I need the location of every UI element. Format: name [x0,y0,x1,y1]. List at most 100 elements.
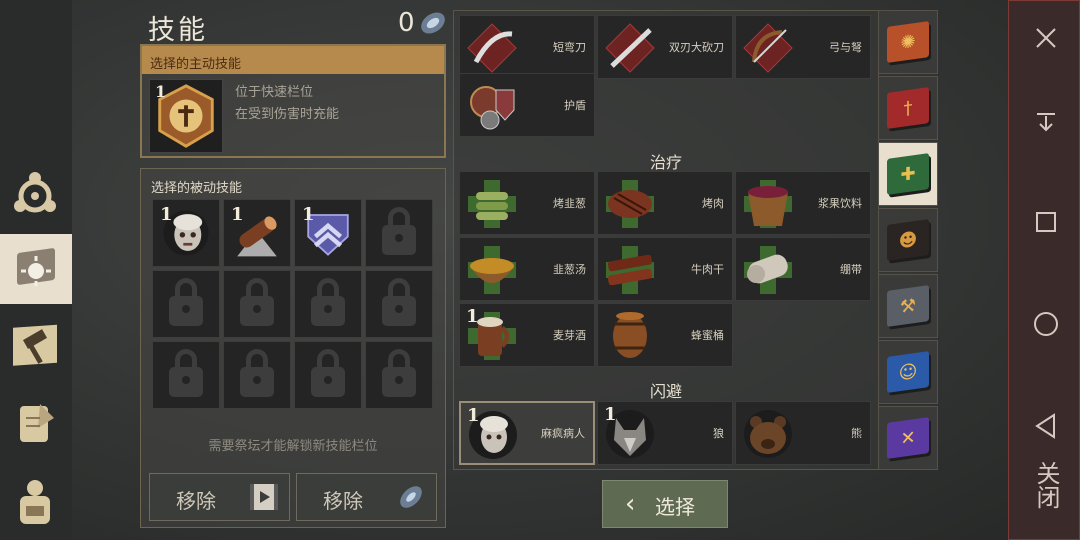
scroll-quill-icon [20,404,54,442]
remove-ad-button[interactable]: 移除 [149,473,290,521]
active-desc-line-1: 位于快速栏位 [235,85,314,100]
nav-journal[interactable] [0,388,70,458]
blue-gem-icon [400,486,422,508]
nav-inventory[interactable] [0,466,70,536]
locked-slot [152,341,220,409]
shield-icon [470,86,515,130]
skill-label: 韭葱汤 [553,263,586,276]
passive-grid: 1 1 1 [152,199,433,409]
locked-slot [294,341,362,409]
tab-category-1[interactable]: ✺ [878,10,938,74]
skill-cell[interactable]: 弓与弩 [735,15,871,79]
skill-cell[interactable]: 短弯刀 [459,15,595,79]
skill-cell[interactable]: 烤肉 [597,171,733,235]
skill-cell[interactable]: 韭葱汤 [459,237,595,301]
skill-cell[interactable]: 双刃大砍刀 [597,15,733,79]
close-label[interactable]: 关闭 [1029,461,1064,509]
lock-icon [382,278,416,326]
active-skill-desc: 位于快速栏位 在受到伤害时充能 [235,82,339,126]
section-heal: 治疗 [649,153,682,172]
bear-icon [744,410,792,458]
leek-soup-icon [468,246,516,294]
skill-label: 短弯刀 [553,41,586,54]
skill-cell[interactable]: 绷带 [735,237,871,301]
skill-cell[interactable]: 熊 [735,401,871,465]
tab-category-7[interactable]: ✕ [878,406,938,470]
tab-category-6[interactable]: ☺ [878,340,938,404]
skill-label: 烤韭葱 [553,197,586,210]
tab-category-3[interactable]: ✚ [878,142,938,206]
slot-count: 1 [160,204,173,225]
theater-book-icon: ☺ [887,351,929,393]
skill-cell[interactable]: 1 狼 [597,401,733,465]
skill-count: 1 [466,306,479,327]
skill-label: 弓与弩 [829,41,862,54]
remove-gem-button[interactable]: 移除 [296,473,437,521]
select-button[interactable]: ‹ 选择 [602,480,728,528]
skill-label: 蜂蜜桶 [691,329,724,342]
home-circle-icon[interactable] [1031,309,1061,339]
skill-points: 0 [398,8,415,38]
skill-count: 1 [467,405,480,426]
roasted-meat-icon [606,180,654,228]
locked-slot [365,270,433,338]
hammer-icon [13,324,57,366]
arrows-book-icon: ✕ [887,417,929,459]
skill-cell[interactable]: 烤韭葱 [459,171,595,235]
close-icon[interactable] [1031,23,1061,53]
collapse-icon[interactable] [1031,107,1061,137]
recents-square-icon[interactable] [1031,207,1061,237]
tab-category-5[interactable]: ⚒ [878,274,938,338]
skill-cell[interactable]: 浆果饮料 [735,171,871,235]
nav-skills[interactable] [0,234,72,304]
active-skill-panel: 选择的主动技能 1 位于快速栏位 在受到伤害时充能 [140,44,446,158]
skills-list: 短弯刀 双刃大砍刀 弓与弩 护盾 治疗 烤韭葱 烤肉 浆果饮料 韭葱汤 牛肉干 … [453,10,879,470]
lock-icon [311,349,345,397]
back-triangle-icon[interactable] [1031,411,1061,441]
remove-label: 移除 [176,489,216,513]
skill-count: 1 [604,404,617,425]
passive-skill-title: 选择的被动技能 [151,181,243,196]
scimitar-icon [467,23,517,73]
mask-book-icon: ☻ [887,219,929,261]
bandage-icon [744,246,792,294]
skill-label: 麻疯病人 [541,427,585,440]
slot-count: 1 [231,204,244,225]
sun-book-icon: ✺ [887,21,929,63]
left-nav [0,0,72,540]
active-skill-count: 1 [155,82,167,101]
bow-crossbow-icon [743,23,793,73]
nav-crafting[interactable] [0,312,70,382]
skill-label: 绷带 [840,263,862,276]
skill-cell[interactable]: 护盾 [459,73,595,137]
skill-cell[interactable]: 牛肉干 [597,237,733,301]
chevron-left-icon: ‹ [625,489,636,519]
jerky-icon [606,246,654,294]
page-title: 技能 [148,15,208,46]
nav-character[interactable] [0,158,70,228]
active-desc-line-2: 在受到伤害时充能 [235,107,340,122]
triskelion-icon [14,172,56,213]
locked-slot [365,199,433,267]
active-skill-slot[interactable]: 1 [149,79,223,153]
passive-slot[interactable]: 1 [223,199,291,267]
skill-cell[interactable]: 蜂蜜桶 [597,303,733,367]
tab-category-2[interactable]: † [878,76,938,140]
skill-cell[interactable]: 1 麦芽酒 [459,303,595,367]
tab-category-4[interactable]: ☻ [878,208,938,272]
locked-slot [294,270,362,338]
blue-gem-icon [421,12,445,34]
skill-label: 熊 [851,427,862,440]
skill-label: 烤肉 [702,197,724,210]
skill-cell-selected[interactable]: 1 麻疯病人 [459,401,595,465]
lock-icon [240,278,274,326]
lock-icon [240,349,274,397]
passive-slot[interactable]: 1 [152,199,220,267]
locked-slot [152,270,220,338]
roasted-leek-icon [468,180,516,228]
lock-icon [382,207,416,255]
lock-icon [169,278,203,326]
lock-icon [169,349,203,397]
passive-slot[interactable]: 1 [294,199,362,267]
lock-icon [311,278,345,326]
